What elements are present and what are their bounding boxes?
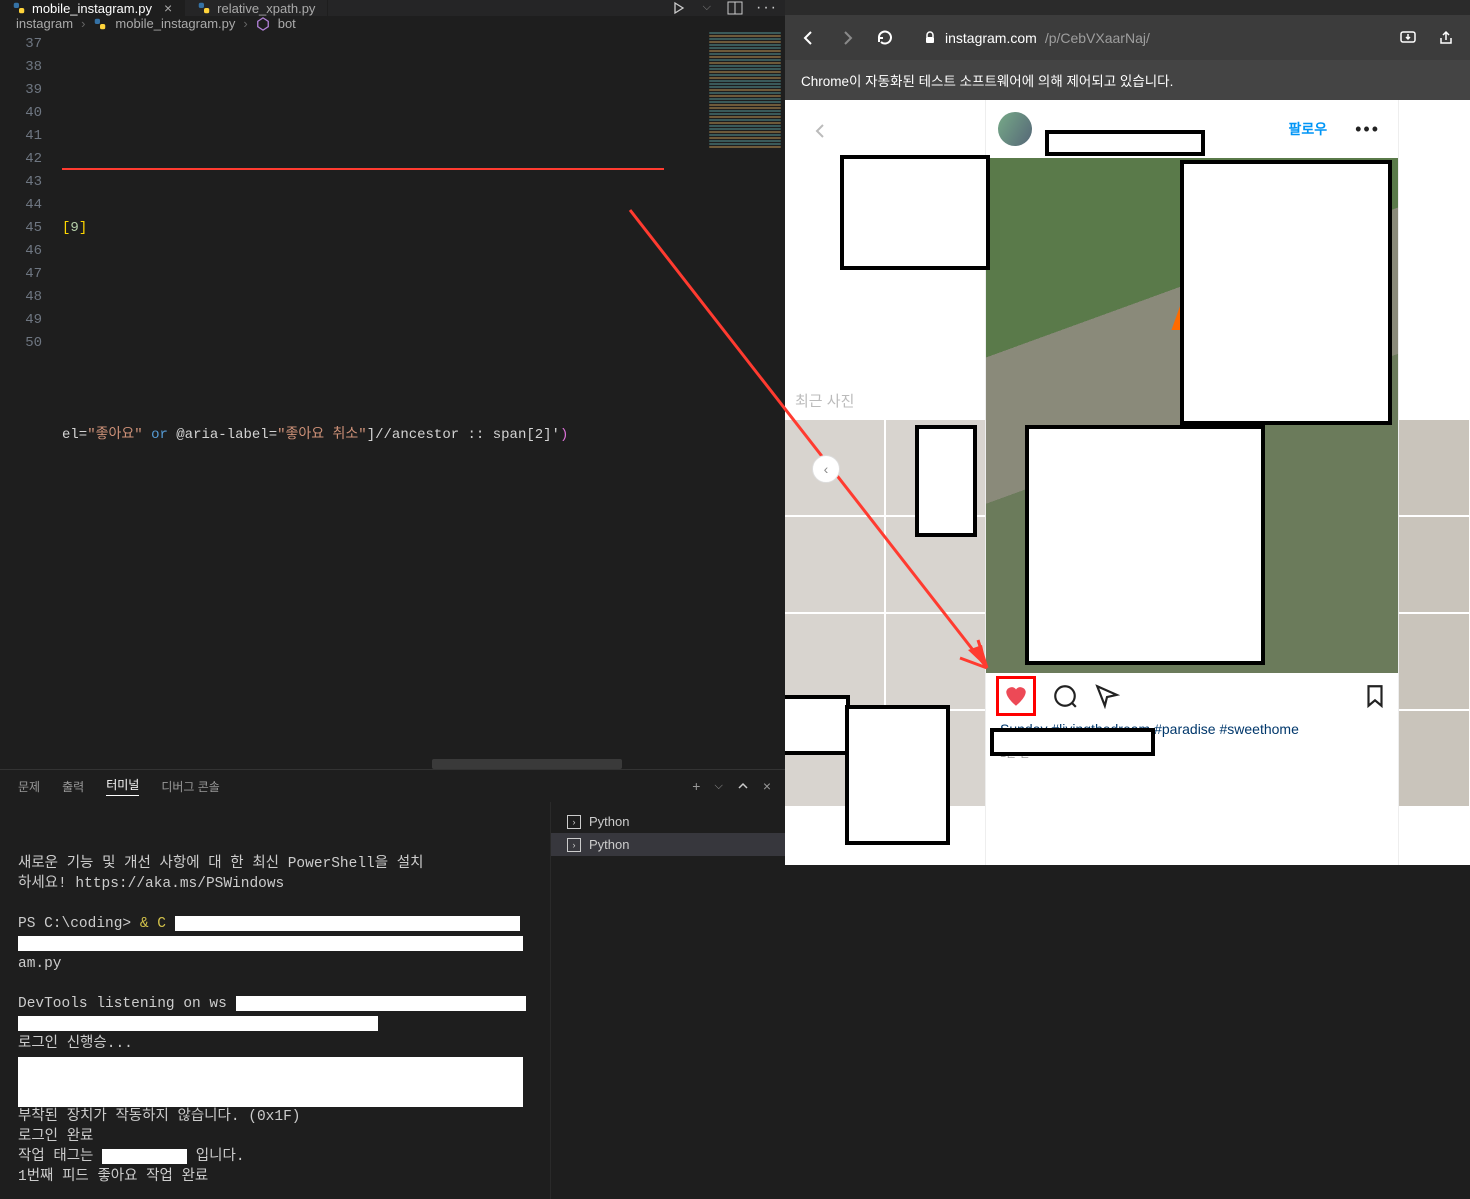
install-icon[interactable]	[1396, 26, 1420, 50]
chrome-window: instagram.com/p/CebVXaarNaj/ Chrome이 자동화…	[785, 0, 1470, 865]
tab-relative-xpath[interactable]: relative_xpath.py	[185, 0, 328, 16]
editor-area[interactable]: 37 38 39 40 41 42 43 44 45 46 47 48 49 5…	[0, 31, 785, 769]
redaction-box	[1180, 160, 1392, 425]
close-icon[interactable]: ×	[164, 0, 172, 16]
breadcrumb-folder[interactable]: instagram	[16, 16, 73, 31]
python-icon	[12, 1, 26, 15]
line-gutter: 37 38 39 40 41 42 43 44 45 46 47 48 49 5…	[0, 31, 62, 769]
thumbnail[interactable]	[1399, 517, 1469, 612]
instagram-page: 최근 사진 팔로우 •••	[785, 100, 1470, 865]
redaction-box	[1045, 130, 1205, 156]
redaction-box	[915, 425, 977, 537]
panel-tab-terminal[interactable]: 터미널	[106, 776, 139, 796]
address-bar[interactable]: instagram.com/p/CebVXaarNaj/	[911, 23, 1382, 53]
automation-info-bar: Chrome이 자동화된 테스트 소프트웨어에 의해 제어되고 있습니다.	[785, 60, 1470, 100]
redaction-box	[845, 705, 950, 845]
thumbnail[interactable]	[1399, 420, 1469, 515]
tab-mobile-instagram[interactable]: mobile_instagram.py ×	[0, 0, 185, 16]
comment-icon[interactable]	[1052, 683, 1078, 709]
bookmark-icon[interactable]	[1362, 683, 1388, 709]
horizontal-scrollbar[interactable]	[432, 759, 622, 769]
instagram-right-column	[1399, 100, 1469, 865]
panel-tab-debug[interactable]: 디버그 콘솔	[161, 778, 220, 795]
tab-label: mobile_instagram.py	[32, 1, 152, 16]
new-terminal-icon[interactable]: +	[692, 778, 700, 794]
terminal-list-item[interactable]: › Python	[551, 810, 785, 833]
url-path: /p/CebVXaarNaj/	[1045, 30, 1150, 46]
reload-button[interactable]	[873, 26, 897, 50]
back-chevron-icon[interactable]	[811, 122, 829, 140]
chevron-right-icon: ›	[81, 16, 85, 31]
forward-button[interactable]	[835, 26, 859, 50]
code-content[interactable]: [9] el="좋아요" or @aria-label="좋아요 취소"]//a…	[62, 31, 785, 769]
share-icon[interactable]	[1094, 683, 1120, 709]
panel-tab-output[interactable]: 출력	[62, 778, 84, 795]
page-indicator-dot: ‹	[812, 455, 840, 483]
terminal-list-item[interactable]: › Python	[551, 833, 785, 856]
python-icon	[197, 1, 211, 15]
breadcrumb-file[interactable]: mobile_instagram.py	[115, 16, 235, 31]
terminal-icon: ›	[567, 815, 581, 829]
browser-toolbar: instagram.com/p/CebVXaarNaj/	[785, 15, 1470, 60]
like-button-highlight	[996, 676, 1036, 716]
breadcrumb-symbol[interactable]: bot	[278, 16, 296, 31]
redaction-box	[785, 695, 850, 755]
redaction-box	[840, 155, 990, 270]
terminal-output[interactable]: 새로운 기능 및 개선 사항에 대 한 최신 PowerShell을 설치 하세…	[0, 802, 550, 1199]
run-dropdown-icon[interactable]: ⌵	[703, 1, 711, 14]
split-editor-icon[interactable]	[727, 0, 743, 16]
terminal-icon: ›	[567, 838, 581, 852]
post-actions	[986, 673, 1398, 719]
thumbnail[interactable]	[886, 614, 985, 709]
thumbnail[interactable]	[785, 517, 884, 612]
thumbnail[interactable]	[1399, 711, 1469, 806]
maximize-panel-icon[interactable]	[737, 780, 749, 792]
more-icon[interactable]: ···	[759, 0, 775, 16]
python-icon	[93, 17, 107, 31]
panel-tab-problems[interactable]: 문제	[18, 778, 40, 795]
tab-label: relative_xpath.py	[217, 1, 315, 16]
terminal-dropdown-icon[interactable]: ⌵	[714, 780, 722, 793]
more-options-icon[interactable]: •••	[1355, 119, 1380, 140]
terminal-list: › Python › Python	[550, 802, 785, 1199]
follow-button[interactable]: 팔로우	[1288, 119, 1327, 139]
close-panel-icon[interactable]: ×	[763, 778, 771, 794]
code-underline-annotation	[62, 168, 664, 170]
back-button[interactable]	[797, 26, 821, 50]
bottom-panel: 문제 출력 터미널 디버그 콘솔 + ⌵ × 새로운 기능 및 개선 사항에 대…	[0, 769, 785, 1199]
share-icon[interactable]	[1434, 26, 1458, 50]
recent-photos-label: 최근 사진	[795, 390, 854, 411]
avatar[interactable]	[998, 112, 1032, 146]
editor-tab-bar: mobile_instagram.py × relative_xpath.py …	[0, 0, 785, 16]
minimap[interactable]	[705, 31, 785, 351]
run-icon[interactable]	[671, 0, 687, 16]
thumbnail[interactable]	[1399, 614, 1469, 709]
lock-icon	[923, 31, 937, 45]
panel-tabs: 문제 출력 터미널 디버그 콘솔 + ⌵ ×	[0, 770, 785, 802]
breadcrumb[interactable]: instagram › mobile_instagram.py › bot	[0, 16, 785, 31]
vscode-window: mobile_instagram.py × relative_xpath.py …	[0, 0, 785, 865]
redaction-box	[1025, 425, 1265, 665]
heart-icon[interactable]	[1003, 683, 1029, 709]
url-domain: instagram.com	[945, 30, 1037, 46]
symbol-icon	[256, 17, 270, 31]
redaction-box	[990, 728, 1155, 756]
chevron-right-icon: ›	[243, 16, 247, 31]
